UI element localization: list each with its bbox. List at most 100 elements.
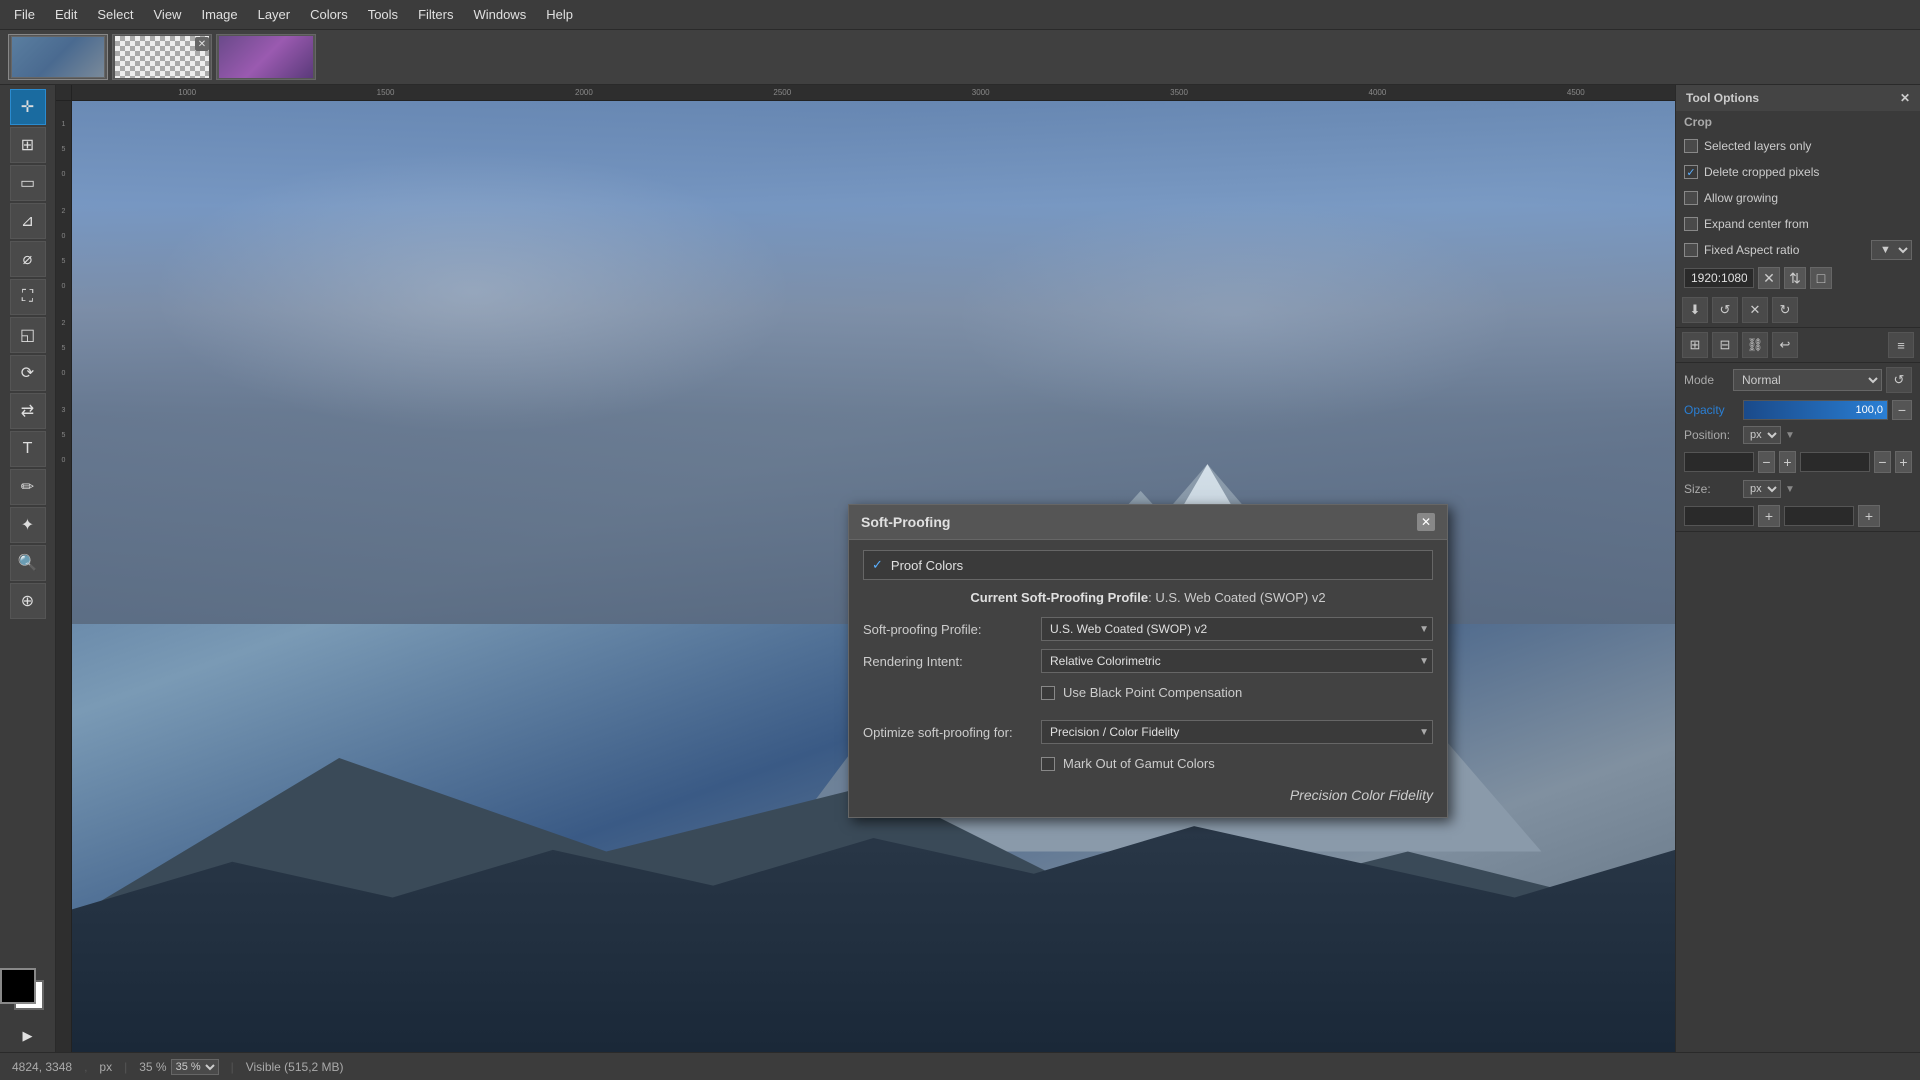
reset-icon[interactable]: ↺ xyxy=(1712,297,1738,323)
pos-x-dec-btn[interactable]: − xyxy=(1758,451,1775,473)
crop-section-title: Crop xyxy=(1676,111,1920,133)
delete-icon[interactable]: ✕ xyxy=(1742,297,1768,323)
dialog-close-btn[interactable]: ✕ xyxy=(1417,513,1435,531)
menu-file[interactable]: File xyxy=(4,3,45,26)
size-h-input[interactable]: 0 xyxy=(1784,506,1854,526)
menu-colors[interactable]: Colors xyxy=(300,3,358,26)
tool-free-select[interactable]: ⊿ xyxy=(10,203,46,239)
selected-layers-checkbox[interactable] xyxy=(1684,139,1698,153)
color-area xyxy=(0,960,59,1026)
menu-help[interactable]: Help xyxy=(536,3,583,26)
tool-fuzzy-select[interactable]: ⌀ xyxy=(10,241,46,277)
opacity-decrease-btn[interactable]: − xyxy=(1892,400,1912,420)
crop-clear-btn[interactable]: ✕ xyxy=(1758,267,1780,289)
visible-info: Visible (515,2 MB) xyxy=(246,1060,344,1074)
size-row: Size: px ▼ xyxy=(1676,477,1920,501)
playback-btn[interactable]: ▶ xyxy=(23,1028,33,1048)
pos-y-input[interactable]: 342 xyxy=(1800,452,1870,472)
pos-x-inc-btn[interactable]: + xyxy=(1779,451,1796,473)
softproofing-profile-label: Soft-proofing Profile: xyxy=(863,622,1033,637)
optimize-select[interactable]: Precision / Color Fidelity xyxy=(1041,720,1433,744)
tool-zoom[interactable]: 🔍 xyxy=(10,545,46,581)
tab-thumbnail-purple xyxy=(219,36,313,78)
download-icon[interactable]: ⬇ xyxy=(1682,297,1708,323)
black-point-checkbox[interactable] xyxy=(1041,686,1055,700)
menu-edit[interactable]: Edit xyxy=(45,3,87,26)
layers-icon[interactable]: ⊞ xyxy=(1682,332,1708,358)
proof-colors-label: Proof Colors xyxy=(891,558,963,573)
menu-layer[interactable]: Layer xyxy=(248,3,301,26)
menu-windows[interactable]: Windows xyxy=(463,3,536,26)
allow-growing-checkbox[interactable] xyxy=(1684,191,1698,205)
tab-landscape[interactable] xyxy=(8,34,108,80)
fixed-aspect-row: Fixed Aspect ratio ▼ xyxy=(1676,237,1920,263)
delete-cropped-checkbox[interactable]: ✓ xyxy=(1684,165,1698,179)
tool-measure[interactable]: ⊕ xyxy=(10,583,46,619)
gamut-checkbox[interactable] xyxy=(1041,757,1055,771)
optimize-wrapper: Precision / Color Fidelity ▼ xyxy=(1041,720,1433,744)
rendering-intent-select[interactable]: Relative Colorimetric xyxy=(1041,649,1433,673)
tool-crop[interactable]: ⛶ xyxy=(10,279,46,315)
fixed-aspect-checkbox[interactable] xyxy=(1684,243,1698,257)
crop-value-row: 1920:1080 ✕ ⇅ □ xyxy=(1676,263,1920,293)
menu-filters[interactable]: Filters xyxy=(408,3,463,26)
tool-color-picker[interactable]: ✏ xyxy=(10,469,46,505)
mode-select[interactable]: Normal xyxy=(1733,369,1882,391)
allow-growing-row: Allow growing xyxy=(1676,185,1920,211)
soft-proofing-dialog: Soft-Proofing ✕ ✓ Proof Colors Current S… xyxy=(848,504,1448,818)
position-unit-arrow: ▼ xyxy=(1785,430,1795,441)
tool-healing[interactable]: ✦ xyxy=(10,507,46,543)
right-panel: Tool Options ✕ Crop Selected layers only… xyxy=(1675,85,1920,1052)
pos-y-inc-btn[interactable]: + xyxy=(1895,451,1912,473)
grid-icon[interactable]: ⊟ xyxy=(1712,332,1738,358)
black-point-row: Use Black Point Compensation xyxy=(863,681,1433,704)
crop-swap-btn[interactable]: ⇅ xyxy=(1784,267,1806,289)
size-h-inc-btn[interactable]: + xyxy=(1858,505,1880,527)
menu-select[interactable]: Select xyxy=(87,3,143,26)
redo-icon[interactable]: ↻ xyxy=(1772,297,1798,323)
expand-center-checkbox[interactable] xyxy=(1684,217,1698,231)
tab-close-transparent[interactable]: ✕ xyxy=(195,37,209,51)
zoom-control: 35 % 35 % xyxy=(139,1059,218,1075)
selected-layers-row: Selected layers only xyxy=(1676,133,1920,159)
tool-transform[interactable]: ◱ xyxy=(10,317,46,353)
menu-tools[interactable]: Tools xyxy=(358,3,408,26)
extra-icon[interactable]: ≡ xyxy=(1888,332,1914,358)
tool-align[interactable]: ⊞ xyxy=(10,127,46,163)
tool-flip[interactable]: ⇄ xyxy=(10,393,46,429)
menu-view[interactable]: View xyxy=(144,3,192,26)
ruler-vertical: 1 5 0 2 0 5 0 2 5 0 3 5 0 xyxy=(56,85,72,1052)
size-unit-select[interactable]: px xyxy=(1743,480,1781,498)
tab-transparent[interactable]: ✕ xyxy=(112,34,212,80)
softproofing-profile-select[interactable]: U.S. Web Coated (SWOP) v2 xyxy=(1041,617,1433,641)
crop-value-input[interactable]: 1920:1080 xyxy=(1684,268,1754,288)
pos-xy-row: 843 − + 342 − + xyxy=(1676,447,1920,477)
aspect-ratio-select[interactable]: ▼ xyxy=(1871,240,1912,260)
link-icon[interactable]: ⛓ xyxy=(1742,332,1768,358)
pos-y-dec-btn[interactable]: − xyxy=(1874,451,1891,473)
tab-purple[interactable] xyxy=(216,34,316,80)
tool-selection[interactable]: ▭ xyxy=(10,165,46,201)
softproofing-profile-wrapper: U.S. Web Coated (SWOP) v2 ▼ xyxy=(1041,617,1433,641)
proof-colors-row[interactable]: ✓ Proof Colors xyxy=(863,550,1433,580)
expand-center-label: Expand center from xyxy=(1704,217,1912,231)
panel-close-icon[interactable]: ✕ xyxy=(1900,91,1910,105)
softproofing-profile-row: Soft-proofing Profile: U.S. Web Coated (… xyxy=(863,617,1433,641)
tool-text[interactable]: T xyxy=(10,431,46,467)
size-w-input[interactable]: 0 xyxy=(1684,506,1754,526)
swatch-foreground[interactable] xyxy=(0,968,36,1004)
zoom-select[interactable]: 35 % xyxy=(171,1059,219,1075)
pos-x-input[interactable]: 843 xyxy=(1684,452,1754,472)
unlink-icon[interactable]: ↩ xyxy=(1772,332,1798,358)
menu-image[interactable]: Image xyxy=(191,3,247,26)
gamut-row: Mark Out of Gamut Colors xyxy=(863,752,1433,775)
mode-reset-icon[interactable]: ↺ xyxy=(1886,367,1912,393)
opacity-bar[interactable]: 100,0 xyxy=(1743,400,1888,420)
tabbar: ✕ xyxy=(0,30,1920,85)
opacity-value: 100,0 xyxy=(1855,404,1883,416)
crop-save-btn[interactable]: □ xyxy=(1810,267,1832,289)
tool-move[interactable]: ✛ xyxy=(10,89,46,125)
tool-warp[interactable]: ⟳ xyxy=(10,355,46,391)
position-unit-select[interactable]: px xyxy=(1743,426,1781,444)
size-w-inc-btn[interactable]: + xyxy=(1758,505,1780,527)
